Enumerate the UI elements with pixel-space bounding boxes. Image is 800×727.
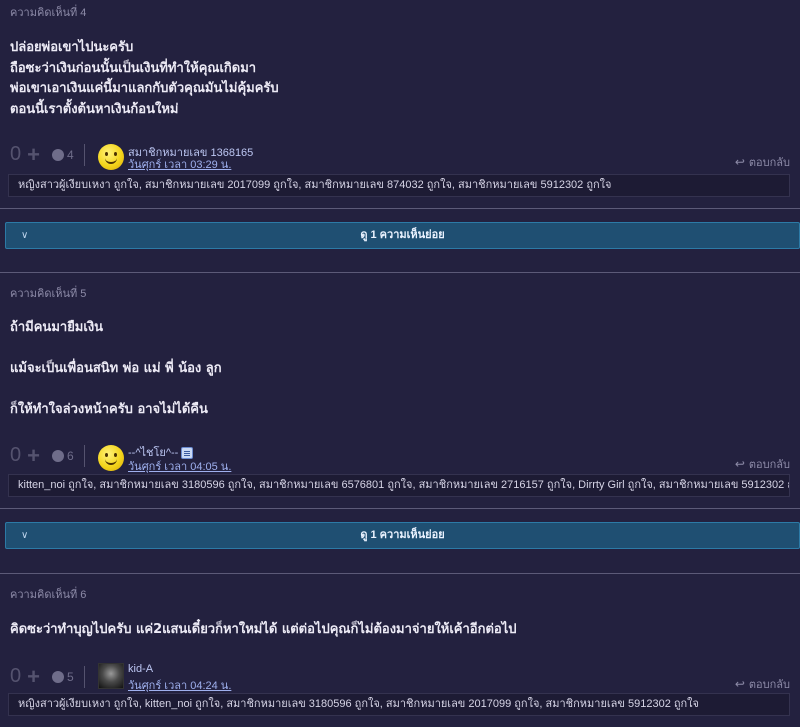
reply-arrow-icon: ↩	[734, 155, 745, 169]
comment-line: ถือซะว่าเงินก่อนนั้นเป็นเงินที่ทำให้คุณเ…	[10, 60, 257, 76]
plus-icon[interactable]: +	[27, 665, 40, 687]
comment-body: ถ้ามีคนมายืมเงิน แม้จะเป็นเพื่อนสนิท พ่อ…	[10, 318, 222, 421]
emotion-count: 6	[66, 448, 74, 463]
comment-line: คิดซะว่าทำบุญไปครับ แค่2แสนเดี๋ยวก็หาใหม…	[10, 622, 517, 637]
vote-score: 0	[10, 665, 22, 687]
reply-button[interactable]: ↩ ตอบกลับ	[735, 455, 790, 473]
vote-score: 0	[10, 143, 22, 165]
emotion-icon	[51, 148, 64, 161]
username-link[interactable]: kid-A	[128, 663, 153, 675]
emotion-button[interactable]: 5	[51, 669, 74, 684]
plus-icon[interactable]: +	[27, 444, 40, 466]
vote-bar: 0 + 4	[10, 143, 85, 166]
likes-list: หญิงสาวผู้เงียบเหงา ถูกใจ, สมาชิกหมายเลข…	[8, 174, 790, 197]
avatar[interactable]	[98, 663, 124, 689]
avatar[interactable]	[98, 445, 124, 471]
subcomment-label: ดู 1 ความเห็นย่อย	[360, 529, 445, 541]
divider	[83, 143, 85, 166]
view-subcomments-button[interactable]: ∨ ดู 1 ความเห็นย่อย	[5, 222, 800, 249]
emotion-icon	[51, 670, 64, 683]
chevron-down-icon: ∨	[21, 230, 29, 241]
comment-line	[10, 339, 222, 360]
emotion-count: 5	[66, 669, 74, 684]
reply-label: ตอบกลับ	[748, 157, 790, 169]
comment-line: ถ้ามีคนมายืมเงิน	[10, 320, 104, 335]
comment-line: ปล่อยพ่อเขาไปนะครับ	[10, 40, 134, 55]
view-subcomments-button[interactable]: ∨ ดู 1 ความเห็นย่อย	[5, 522, 800, 549]
comment-line: แม้จะเป็นเพื่อนสนิท พ่อ แม่ พี่ น้อง ลูก	[10, 361, 222, 376]
reply-label: ตอบกลับ	[748, 679, 790, 691]
chevron-down-icon: ∨	[21, 530, 29, 541]
comment-header: ความคิดเห็นที่ 4	[10, 7, 87, 19]
emotion-button[interactable]: 6	[51, 448, 74, 463]
emotion-count: 4	[66, 147, 74, 162]
reply-button[interactable]: ↩ ตอบกลับ	[735, 153, 790, 171]
divider	[83, 444, 85, 467]
vote-bar: 0 + 5	[10, 665, 85, 688]
emotion-button[interactable]: 4	[51, 147, 74, 162]
emotion-icon	[51, 449, 64, 462]
divider	[83, 665, 85, 688]
reply-arrow-icon: ↩	[734, 677, 745, 691]
likes-list: หญิงสาวผู้เงียบเหงา ถูกใจ, kitten_noi ถู…	[8, 693, 790, 716]
reply-arrow-icon: ↩	[734, 457, 745, 471]
subcomment-label: ดู 1 ความเห็นย่อย	[360, 229, 445, 241]
comment-line: พ่อเขาเอาเงินแค่นี้มาแลกกับตัวคุณมันไม่ค…	[10, 81, 279, 96]
comment-line: ก็ให้ทำใจล่วงหน้าครับ อาจไม่ได้คืน	[10, 402, 208, 417]
plus-icon[interactable]: +	[27, 143, 40, 165]
likes-list: kitten_noi ถูกใจ, สมาชิกหมายเลข 3180596 …	[8, 474, 790, 497]
post-date[interactable]: วันศุกร์ เวลา 04:24 น.	[128, 676, 231, 694]
comment-line	[10, 380, 222, 401]
divider	[0, 508, 800, 509]
comment-header: ความคิดเห็นที่ 6	[10, 589, 87, 601]
reply-label: ตอบกลับ	[748, 459, 790, 471]
comment-line: ตอนนี้เราตั้งต้นหาเงินก้อนใหม่	[10, 101, 179, 117]
avatar[interactable]	[98, 144, 124, 170]
reply-button[interactable]: ↩ ตอบกลับ	[735, 675, 790, 693]
comment-body: ปล่อยพ่อเขาไปนะครับ ถือซะว่าเงินก่อนนั้น…	[10, 38, 279, 120]
comment-body: คิดซะว่าทำบุญไปครับ แค่2แสนเดี๋ยวก็หาใหม…	[10, 620, 517, 641]
vote-bar: 0 + 6	[10, 444, 85, 467]
comment-header: ความคิดเห็นที่ 5	[10, 288, 87, 300]
divider	[0, 272, 800, 273]
post-date[interactable]: วันศุกร์ เวลา 04:05 น.	[128, 457, 231, 475]
vote-score: 0	[10, 444, 22, 466]
divider	[0, 208, 800, 209]
divider	[0, 573, 800, 574]
post-date[interactable]: วันศุกร์ เวลา 03:29 น.	[128, 155, 231, 173]
